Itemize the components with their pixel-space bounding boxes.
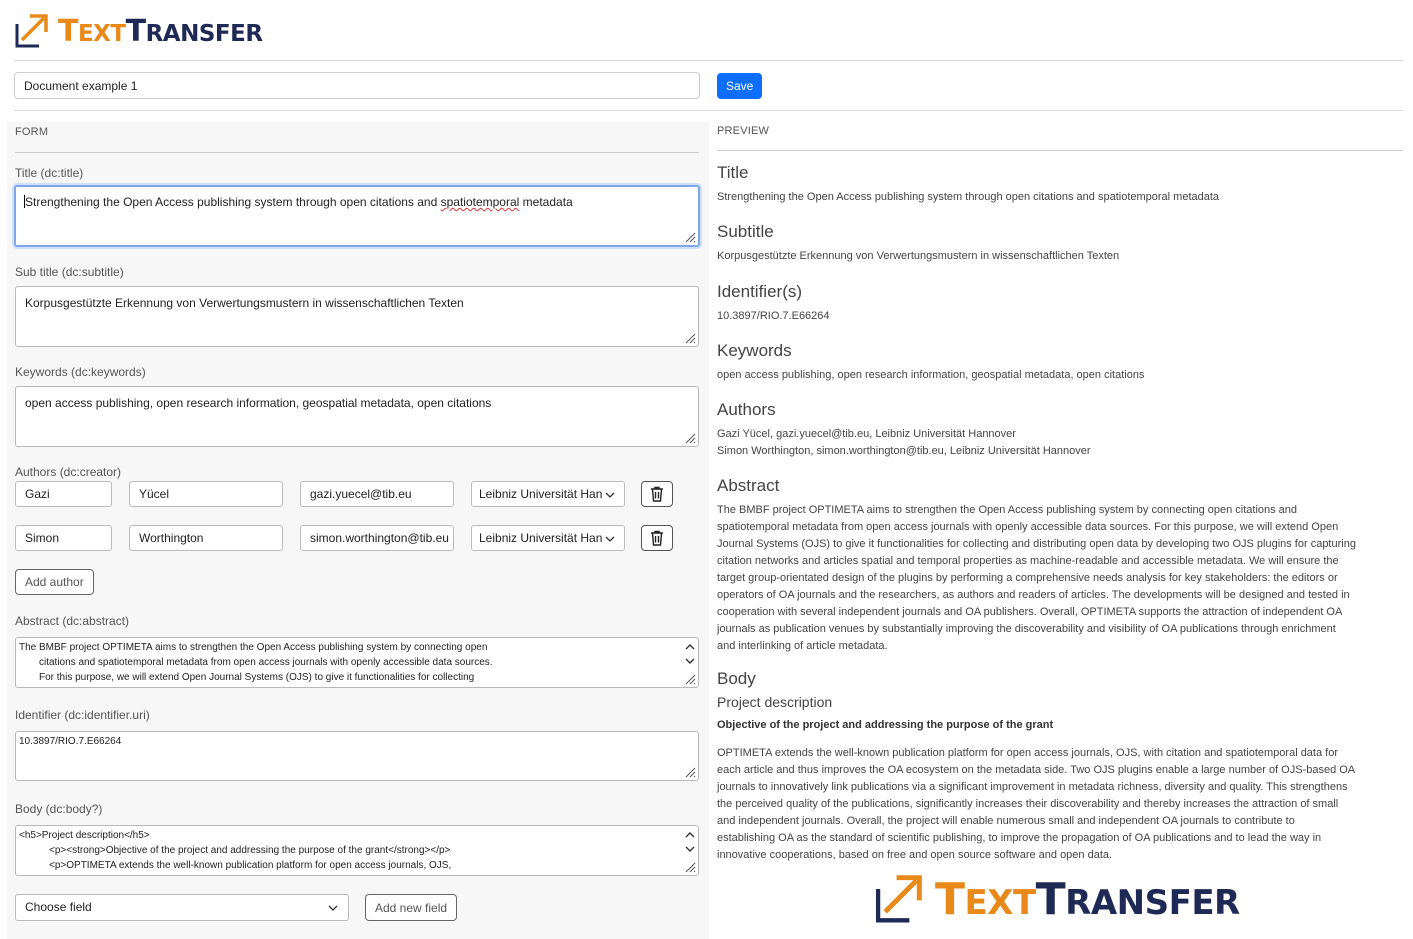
preview-body-heading: Body [717,669,756,688]
abstract-label: Abstract (dc:abstract) [15,614,130,628]
chevron-down-icon [328,905,338,911]
abstract-textarea[interactable]: The BMBF project OPTIMETA aims to streng… [15,637,699,688]
trash-icon [651,486,663,502]
chevron-up-icon [685,644,695,650]
preview-author-line: Simon Worthington, simon.worthington@tib… [717,445,1091,457]
keywords-textarea[interactable]: open access publishing, open research in… [15,386,699,447]
header-logo: TEXTTRANSFER [12,12,263,50]
preview-body-subheading: Project description [717,694,833,710]
resize-grip-icon[interactable] [684,861,696,873]
preview-logo: TEXTTRANSFER [871,872,1240,926]
subtitle-label: Sub title (dc:subtitle) [15,265,124,279]
choose-field-select[interactable]: Choose field [15,894,349,921]
author-family-name-input[interactable]: Worthington [129,525,283,551]
preview-keywords-text: open access publishing, open research in… [717,369,1145,381]
title-textarea[interactable]: Strengthening the Open Access publishing… [14,185,700,247]
preview-subtitle-heading: Subtitle [717,222,774,241]
keywords-label: Keywords (dc:keywords) [15,365,146,379]
author-email-input[interactable]: simon.worthington@tib.eu [300,525,454,551]
identifier-textarea[interactable]: 10.3897/RIO.7.E66264 [15,731,699,781]
author-given-name-input[interactable]: Simon [15,525,112,551]
authors-label: Authors (dc:creator) [15,465,122,479]
author-email-input[interactable]: gazi.yuecel@tib.eu [300,481,454,507]
delete-author-button[interactable] [641,481,673,507]
preview-body-text: OPTIMETA extends the well-known publicat… [717,747,1356,861]
body-label: Body (dc:body?) [15,802,103,816]
preview-identifier-heading: Identifier(s) [717,282,803,301]
form-caption-divider [15,152,699,153]
form-caption: FORM [15,126,49,138]
chevron-down-icon [605,536,615,542]
save-button[interactable]: Save [717,73,763,99]
preview-caption: PREVIEW [717,125,770,137]
preview-identifier-text: 10.3897/RIO.7.E66264 [717,310,830,322]
arrow-logo-icon [15,14,48,48]
resize-grip-icon[interactable] [684,231,696,243]
body-textarea[interactable]: <h5>Project description</h5> <p><strong>… [15,825,699,876]
toolbar-divider [14,110,1403,111]
preview-keywords-heading: Keywords [717,341,792,360]
preview-subtitle-text: Korpusgestützte Erkennung von Verwertung… [717,250,1120,262]
resize-grip-icon[interactable] [684,673,696,685]
logo-wordmark: TEXTTRANSFER [58,13,263,49]
title-label: Title (dc:title) [15,166,84,180]
author-family-name-input[interactable]: Yücel [129,481,283,507]
chevron-down-icon [685,658,695,664]
resize-grip-icon[interactable] [684,766,696,778]
textarea-scrollbar[interactable] [685,830,695,854]
preview-title-heading: Title [717,163,749,182]
add-new-field-button[interactable]: Add new field [365,894,458,921]
preview-title-text: Strengthening the Open Access publishing… [717,191,1220,203]
preview-body-strong: Objective of the project and addressing … [717,719,1054,731]
resize-grip-icon[interactable] [684,432,696,444]
trash-icon [651,530,663,546]
chevron-down-icon [685,846,695,852]
identifier-label: Identifier (dc:identifier.uri) [15,708,150,722]
arrow-logo-icon [875,875,922,923]
header-divider [14,60,1403,61]
document-name-input[interactable] [14,72,700,99]
author-affiliation-select[interactable]: Leibniz Universität Han [471,525,625,551]
preview-caption-divider [717,150,1403,151]
author-affiliation-select[interactable]: Leibniz Universität Han [471,481,625,507]
chevron-down-icon [605,492,615,498]
preview-abstract-text: The BMBF project OPTIMETA aims to streng… [717,504,1356,652]
logo-wordmark: TEXTTRANSFER [935,873,1240,925]
add-author-button[interactable]: Add author [15,569,94,595]
subtitle-textarea[interactable]: Korpusgestützte Erkennung von Verwertung… [15,286,699,347]
preview-authors-list: Gazi Yücel, gazi.yuecel@tib.eu, Leibniz … [717,426,1091,460]
preview-authors-heading: Authors [717,400,776,419]
chevron-up-icon [685,832,695,838]
delete-author-button[interactable] [641,525,673,551]
author-given-name-input[interactable]: Gazi [15,481,112,507]
resize-grip-icon[interactable] [684,332,696,344]
preview-author-line: Gazi Yücel, gazi.yuecel@tib.eu, Leibniz … [717,428,1016,440]
preview-abstract-heading: Abstract [717,476,780,495]
textarea-scrollbar[interactable] [685,642,695,666]
